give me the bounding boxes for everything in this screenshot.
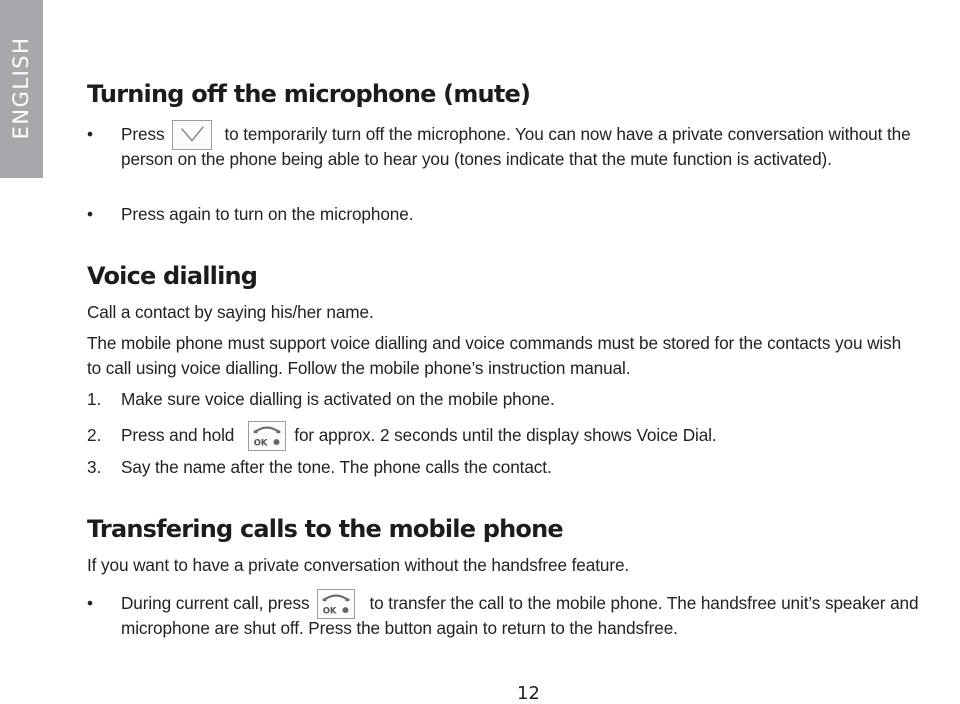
mute-button-icon — [172, 120, 213, 151]
step-number: 2. — [87, 425, 102, 445]
page-number: 12 — [517, 683, 540, 704]
ok-call-button-icon: OK — [317, 589, 356, 620]
voice-dialling-description: The mobile phone must support voice dial… — [87, 333, 902, 378]
bullet-marker: • — [87, 593, 93, 613]
language-tab: ENGLISH — [0, 0, 43, 178]
mute-bullet-1: • Press to temporarily turn off the micro… — [87, 120, 960, 171]
step-1-text: Make sure voice dialling is activated on… — [121, 389, 555, 409]
step-2-text-end: for approx. 2 seconds until the display … — [294, 425, 717, 445]
voice-dialling-step-2: 2. Press and hold OK for approx. 2 seconds… — [87, 421, 960, 452]
ok-call-button-icon: OK — [248, 421, 287, 452]
step-number: 3. — [87, 457, 102, 477]
voice-dialling-intro: Call a contact by saying his/her name. — [87, 302, 374, 322]
mute-bullet-2: • Press again to turn on the microphone. — [87, 202, 960, 227]
step-number: 1. — [87, 389, 102, 409]
svg-text:OK: OK — [323, 606, 337, 616]
mute-bullet-1-text-start: Press — [121, 124, 165, 144]
language-tab-label: ENGLISH — [9, 36, 33, 140]
heading-mute: Turning off the microphone (mute) — [87, 80, 531, 108]
svg-text:OK: OK — [254, 438, 268, 448]
bullet-marker: • — [87, 204, 93, 224]
bullet-marker: • — [87, 124, 93, 144]
heading-voice-dialling: Voice dialling — [87, 262, 258, 290]
voice-dialling-step-1: 1. Make sure voice dialling is activated… — [87, 387, 960, 412]
transfer-intro: If you want to have a private conversati… — [87, 555, 630, 575]
voice-dialling-step-3: 3. Say the name after the tone. The phon… — [87, 455, 960, 480]
step-2-text-start: Press and hold — [121, 425, 235, 445]
mute-bullet-2-text: Press again to turn on the microphone. — [121, 204, 414, 224]
transfer-bullet-text-start: During current call, press — [121, 593, 310, 613]
transfer-bullet-1: • During current call, press OK to transfe… — [87, 589, 960, 640]
step-3-text: Say the name after the tone. The phone c… — [121, 457, 552, 477]
mute-bullet-1-text-end: to temporarily turn off the microphone. … — [121, 124, 911, 169]
heading-transfer: Transfering calls to the mobile phone — [87, 515, 564, 543]
